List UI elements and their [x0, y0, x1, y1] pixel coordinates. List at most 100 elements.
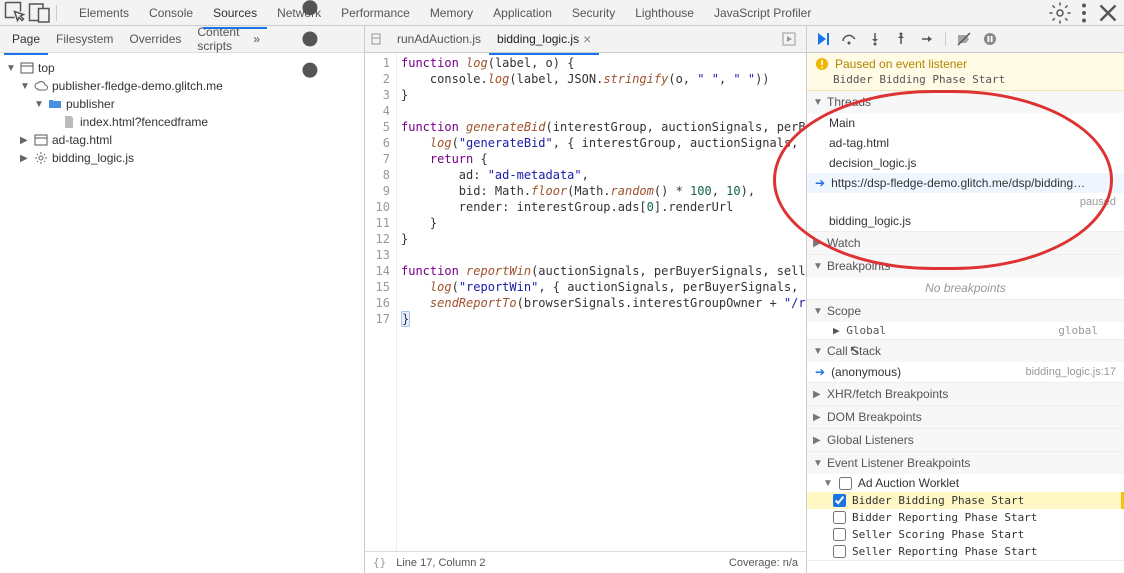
tab-jsprofiler[interactable]: JavaScript Profiler: [704, 2, 821, 24]
step-into-icon[interactable]: [867, 31, 883, 47]
step-out-icon[interactable]: [893, 31, 909, 47]
deactivate-breakpoints-icon[interactable]: [956, 31, 972, 47]
pause-subtitle: Bidder Bidding Phase Start: [833, 73, 1116, 86]
section-dom-header[interactable]: ▶DOM Breakpoints: [807, 406, 1124, 428]
section-watch-header[interactable]: ▶Watch: [807, 232, 1124, 254]
evlb-label: Seller Scoring Phase Start: [852, 528, 1024, 541]
section-title: Breakpoints: [827, 259, 890, 273]
thread-item[interactable]: decision_logic.js: [807, 153, 1124, 173]
scope-global-row[interactable]: ▶ Globalglobal: [807, 322, 1124, 339]
step-over-icon[interactable]: [841, 31, 857, 47]
section-title: Watch: [827, 236, 861, 250]
coverage-label: Coverage: n/a: [729, 557, 798, 569]
file-tree: ▼top ▼publisher-fledge-demo.glitch.me ▼p…: [0, 53, 364, 573]
settings-gear-icon[interactable]: [1048, 1, 1072, 25]
tab-lighthouse[interactable]: Lighthouse: [625, 2, 704, 24]
thread-item[interactable]: bidding_logic.js: [807, 211, 1124, 231]
section-threads-header[interactable]: ▼Threads: [807, 91, 1124, 113]
tree-bidlogic[interactable]: ▶bidding_logic.js: [18, 149, 360, 167]
evlb-item[interactable]: Bidder Bidding Phase Start: [807, 492, 1124, 509]
evlb-category-label: Ad Auction Worklet: [858, 476, 959, 490]
devtools-tabs: Elements Console Sources Network Perform…: [69, 2, 821, 24]
close-devtools-icon[interactable]: [1096, 1, 1120, 25]
pause-on-exceptions-icon[interactable]: [982, 31, 998, 47]
device-toolbar-icon[interactable]: [28, 1, 52, 25]
tab-sources[interactable]: Sources: [203, 2, 267, 24]
kebab-menu-icon[interactable]: [1072, 1, 1096, 25]
section-callstack-header[interactable]: ▼Call Stack↖: [807, 340, 1124, 362]
tree-folder[interactable]: ▼publisher: [32, 95, 360, 113]
thread-label: Main: [829, 116, 855, 130]
cloud-icon: [34, 79, 48, 93]
thread-item[interactable]: ad-tag.html: [807, 133, 1124, 153]
evlb-label: Bidder Reporting Phase Start: [852, 511, 1037, 524]
section-title: Threads: [827, 95, 871, 109]
section-title: DOM Breakpoints: [827, 410, 922, 424]
braces-icon[interactable]: {}: [373, 556, 386, 569]
evlb-checkbox[interactable]: [833, 511, 846, 524]
subtab-filesystem[interactable]: Filesystem: [48, 28, 121, 50]
code-editor[interactable]: function log(label, o) { console.log(lab…: [397, 53, 806, 551]
window-icon: [20, 61, 34, 75]
subtab-page[interactable]: Page: [4, 28, 48, 50]
subtab-more-icon[interactable]: »: [253, 32, 260, 46]
tree-label: publisher-fledge-demo.glitch.me: [52, 79, 223, 93]
evlb-label: Seller Reporting Phase Start: [852, 545, 1037, 558]
section-global-header[interactable]: ▶Global Listeners: [807, 429, 1124, 451]
tab-security[interactable]: Security: [562, 2, 625, 24]
section-xhr-header[interactable]: ▶XHR/fetch Breakpoints: [807, 383, 1124, 405]
tree-label: index.html?fencedframe: [80, 115, 208, 129]
evlb-item[interactable]: Seller Scoring Phase Start: [807, 526, 1124, 543]
cursor-position-label: Line 17, Column 2: [396, 557, 485, 569]
resume-icon[interactable]: [815, 31, 831, 47]
section-title: Event Listener Breakpoints: [827, 456, 970, 470]
divider: [945, 32, 946, 46]
tree-label: bidding_logic.js: [52, 151, 134, 165]
subtab-overrides[interactable]: Overrides: [121, 28, 189, 50]
evlb-checkbox[interactable]: [833, 528, 846, 541]
scope-label: Global: [846, 324, 886, 337]
divider: [56, 5, 57, 21]
section-title: Global Listeners: [827, 433, 914, 447]
worklet-gear-icon: [34, 151, 48, 165]
evlb-checkbox[interactable]: [833, 494, 846, 507]
callstack-frame[interactable]: ➔(anonymous)bidding_logic.js:17: [807, 362, 1124, 382]
tab-application[interactable]: Application: [483, 2, 562, 24]
evlb-item[interactable]: Seller Reporting Phase Start: [807, 543, 1124, 560]
thread-label: bidding_logic.js: [829, 214, 911, 228]
evlb-category-checkbox[interactable]: [839, 477, 852, 490]
current-arrow-icon: ➔: [815, 365, 825, 379]
thread-item-current[interactable]: ➔https://dsp-fledge-demo.glitch.me/dsp/b…: [807, 173, 1124, 193]
current-arrow-icon: ➔: [815, 176, 825, 190]
tab-elements[interactable]: Elements: [69, 2, 139, 24]
close-icon[interactable]: ×: [583, 31, 591, 47]
evlb-category[interactable]: ▼Ad Auction Worklet: [807, 474, 1124, 492]
evlb-checkbox[interactable]: [833, 545, 846, 558]
file-doc-icon: [369, 32, 383, 46]
tree-adtag[interactable]: ▶ad-tag.html: [18, 131, 360, 149]
editor-tab-biddinglogic[interactable]: bidding_logic.js×: [489, 28, 599, 50]
thread-item[interactable]: Main: [807, 113, 1124, 133]
editor-tab-label: runAdAuction.js: [397, 32, 481, 46]
editor-tab-runadauction[interactable]: runAdAuction.js: [389, 29, 489, 49]
thread-paused-label: paused: [807, 193, 1124, 211]
warning-icon: [815, 57, 829, 71]
inspect-element-icon[interactable]: [4, 1, 28, 25]
step-icon[interactable]: [919, 31, 935, 47]
callstack-label: (anonymous): [831, 365, 901, 379]
debugger-panel: Paused on event listener Bidder Bidding …: [807, 26, 1124, 573]
pause-title: Paused on event listener: [835, 57, 967, 71]
section-scope-header[interactable]: ▼Scope: [807, 300, 1124, 322]
folder-icon: [48, 97, 62, 111]
tree-top[interactable]: ▼top: [4, 59, 360, 77]
frame-icon: [34, 133, 48, 147]
tree-label: top: [38, 61, 55, 75]
evlb-item[interactable]: Bidder Reporting Phase Start: [807, 509, 1124, 526]
section-evlb-header[interactable]: ▼Event Listener Breakpoints: [807, 452, 1124, 474]
evlb-label: Bidder Bidding Phase Start: [852, 494, 1024, 507]
tree-file-index[interactable]: index.html?fencedframe: [46, 113, 360, 131]
section-breakpoints-header[interactable]: ▼Breakpoints: [807, 255, 1124, 277]
tree-origin[interactable]: ▼publisher-fledge-demo.glitch.me: [18, 77, 360, 95]
tab-memory[interactable]: Memory: [420, 2, 483, 24]
run-snippet-icon[interactable]: [782, 32, 796, 46]
